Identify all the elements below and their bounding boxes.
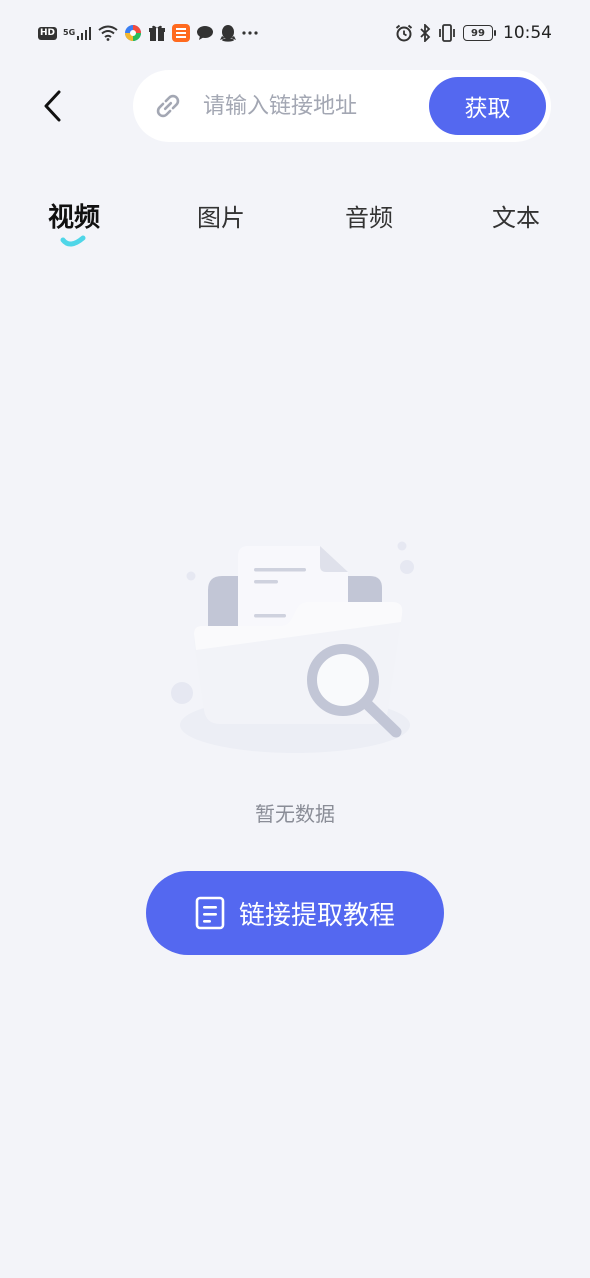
app-icon-colorful [124,24,142,42]
tab-text-label: 文本 [492,203,540,232]
network-label: 5G [63,28,76,37]
tutorial-button-label: 链接提取教程 [238,900,395,931]
status-bar-right: 99 10:54 [395,23,552,43]
status-time: 10:54 [503,23,552,43]
taobao-icon [172,24,191,42]
signal-icon: 5G [63,26,92,40]
chevron-left-icon [44,90,61,122]
hd-badge: HD [38,26,58,40]
category-tabs: 视频 图片 音频 文本 [0,190,590,250]
empty-state-message: 暂无数据 [255,802,335,826]
tab-active-indicator [60,235,86,247]
tab-image-label: 图片 [197,203,245,232]
link-url-input[interactable] [203,93,413,119]
tab-audio[interactable]: 音频 [341,190,397,240]
gift-icon [148,24,166,42]
status-bar: HD 5G 99 10:54 [0,0,590,66]
tab-text[interactable]: 文本 [488,190,544,240]
link-search-bar: 获取 [133,70,551,142]
chat-bubble-icon [196,25,214,41]
status-bar-left: HD 5G [38,24,258,42]
bluetooth-icon [419,24,431,42]
fetch-button[interactable]: 获取 [429,77,546,135]
vibrate-icon [437,24,457,42]
back-button[interactable] [30,84,74,128]
tab-video-label: 视频 [47,202,100,233]
empty-folder-search-illustration [171,541,414,753]
tab-audio-label: 音频 [345,203,393,232]
document-icon [195,896,225,930]
battery-icon: 99 [463,25,496,41]
link-extraction-tutorial-button[interactable]: 链接提取教程 [146,871,444,955]
more-dots-icon [242,30,258,36]
link-icon [151,89,185,123]
qq-penguin-icon [220,24,237,42]
tab-video[interactable]: 视频 [44,190,104,247]
wifi-icon [98,25,118,41]
alarm-icon [395,24,413,42]
tab-image[interactable]: 图片 [193,190,249,240]
screen: HD 5G 99 10:54 请输入链接地址 获取 视频 图片 音频 文本 暂无… [0,0,590,1278]
